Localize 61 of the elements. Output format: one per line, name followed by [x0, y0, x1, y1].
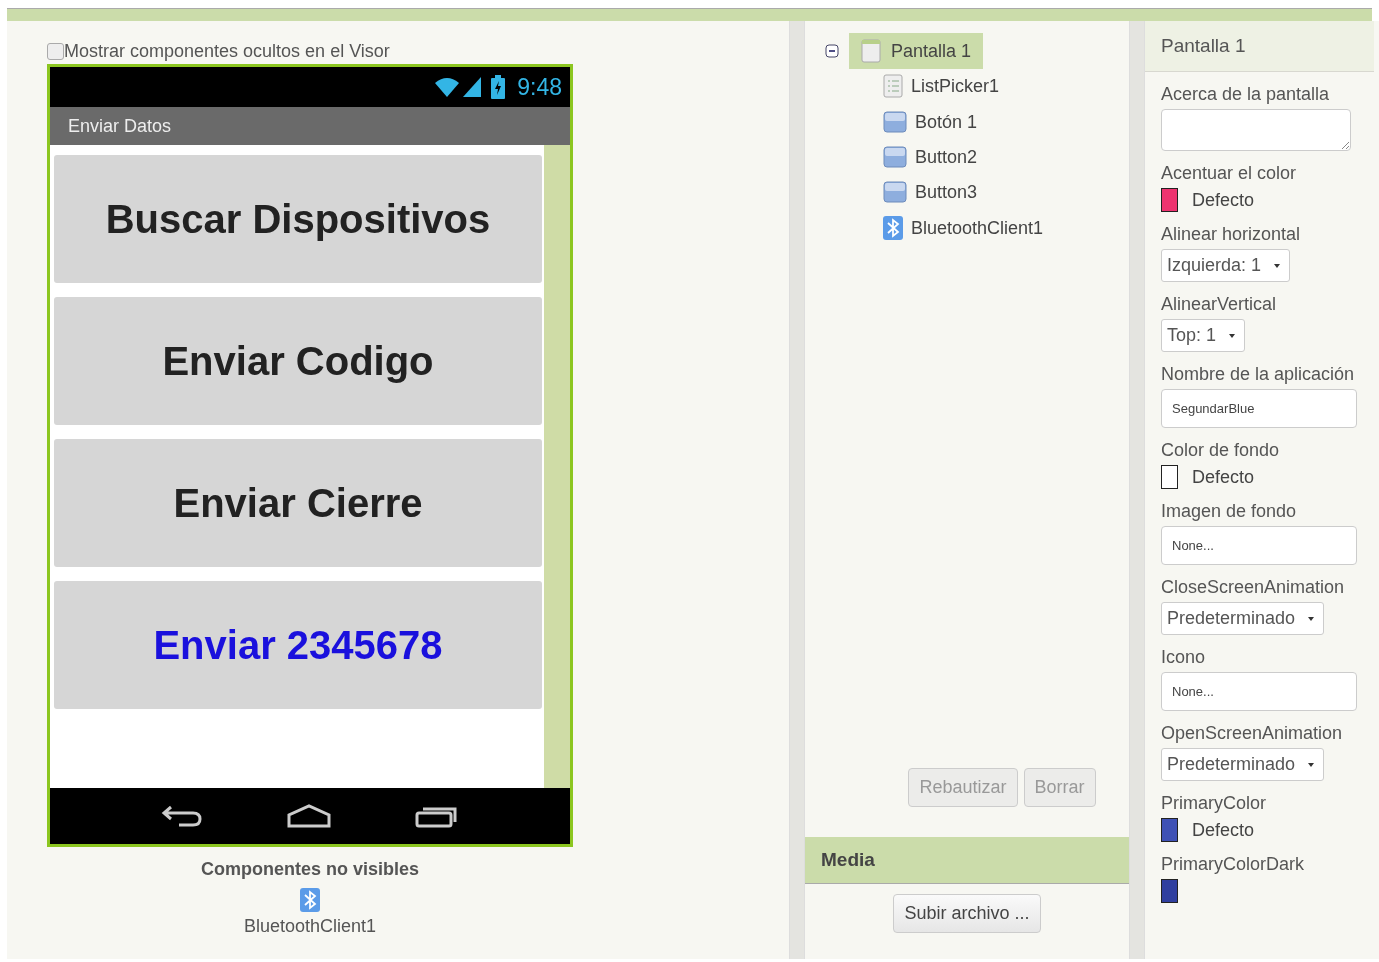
- phone-button[interactable]: Enviar Codigo: [54, 297, 542, 425]
- property-label: CloseScreenAnimation: [1161, 577, 1346, 598]
- button-icon: [883, 181, 907, 203]
- color-value: Defecto: [1192, 819, 1255, 841]
- upload-button[interactable]: Subir archivo ...: [893, 894, 1041, 933]
- resize-handle-icon[interactable]: [1340, 140, 1350, 150]
- property-label: Acentuar el color: [1161, 163, 1298, 184]
- tree-item[interactable]: Botón 1: [883, 106, 978, 138]
- dropdown[interactable]: Top: 1: [1161, 319, 1246, 352]
- scrollbar[interactable]: [544, 145, 570, 788]
- app-title: Enviar Datos: [50, 107, 570, 145]
- section-title: Componentes no visibles: [200, 859, 419, 880]
- dropdown-arrow-icon: [1307, 615, 1316, 622]
- color-swatch[interactable]: [1161, 465, 1178, 489]
- text-field[interactable]: SegundarBlue: [1161, 389, 1357, 428]
- property-label: Acerca de la pantalla: [1161, 84, 1331, 105]
- button-icon: [883, 111, 907, 133]
- dropdown-arrow-icon: [1273, 262, 1282, 269]
- color-value: Defecto: [1192, 466, 1255, 488]
- tree-item[interactable]: Pantalla 1: [849, 33, 984, 69]
- property-label: Imagen de fondo: [1161, 501, 1298, 522]
- dropdown[interactable]: Predeterminado: [1161, 748, 1325, 781]
- home-icon[interactable]: [286, 803, 332, 829]
- show-hidden-checkbox[interactable]: Mostrar componentes ocultos en el Visor: [47, 41, 390, 62]
- property-label: Color de fondo: [1161, 440, 1281, 461]
- property-label: PrimaryColorDark: [1161, 854, 1305, 875]
- property-label: Icono: [1161, 647, 1207, 668]
- phone-button[interactable]: Enviar Cierre: [54, 439, 542, 567]
- property-label: Alinear horizontal: [1161, 224, 1302, 245]
- dropdown-arrow-icon: [1228, 332, 1237, 339]
- list-icon: [883, 74, 903, 98]
- component-label: BluetoothClient1: [243, 916, 377, 937]
- battery-icon: [491, 75, 506, 99]
- color-swatch[interactable]: [1161, 188, 1178, 212]
- panel-header: Pantalla 1: [1145, 21, 1374, 72]
- button-icon: [883, 146, 907, 168]
- property-label: PrimaryColor: [1161, 793, 1267, 814]
- property-label: AlinearVertical: [1161, 294, 1278, 315]
- clock-time: 9:48: [517, 73, 562, 101]
- color-value: Defecto: [1192, 189, 1255, 211]
- text-field[interactable]: None...: [1161, 526, 1357, 565]
- dropdown[interactable]: Predeterminado: [1161, 602, 1325, 635]
- back-icon[interactable]: [161, 803, 204, 829]
- dropdown[interactable]: Izquierda: 1: [1161, 249, 1291, 282]
- tree-item[interactable]: BluetoothClient1: [883, 211, 1044, 245]
- text-field[interactable]: None...: [1161, 672, 1357, 711]
- tree-item[interactable]: Button2: [883, 141, 978, 173]
- bluetooth-icon: [883, 216, 903, 240]
- phone-button[interactable]: Enviar 2345678: [54, 581, 542, 709]
- tree-item[interactable]: Button3: [883, 176, 978, 208]
- property-label: OpenScreenAnimation: [1161, 723, 1344, 744]
- dropdown-arrow-icon: [1307, 761, 1316, 768]
- property-label: Nombre de la aplicación: [1161, 364, 1356, 385]
- phone-button[interactable]: Buscar Dispositivos: [54, 155, 542, 283]
- collapse-toggle[interactable]: [825, 44, 839, 58]
- screen-icon: [861, 39, 881, 63]
- bluetooth-icon: [300, 888, 320, 912]
- panel-header: Media: [805, 837, 1129, 884]
- color-swatch[interactable]: [1161, 818, 1178, 842]
- color-swatch[interactable]: [1161, 879, 1178, 903]
- tree-item[interactable]: ListPicker1: [883, 69, 1000, 103]
